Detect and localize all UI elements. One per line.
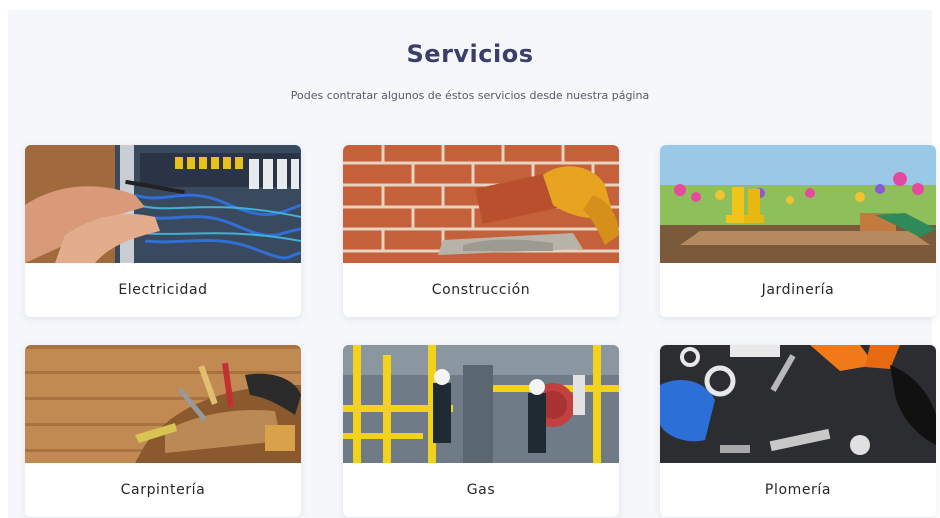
- service-card-jardineria[interactable]: Jardinería: [660, 145, 936, 317]
- section-subtitle: Podes contratar algunos de éstos servici…: [290, 89, 650, 102]
- service-label: Jardinería: [761, 282, 835, 298]
- section-title: Servicios: [406, 40, 534, 68]
- service-card-construccion[interactable]: Construcción: [343, 145, 619, 317]
- service-card-plomeria[interactable]: Plomería: [660, 345, 936, 517]
- service-label: Plomería: [764, 482, 832, 498]
- electrical-panel-image: [25, 145, 301, 263]
- service-label: Gas: [466, 482, 496, 498]
- tool-belt-image: [25, 345, 301, 463]
- plumbing-tools-image: [660, 345, 936, 463]
- gas-plant-image: [343, 345, 619, 463]
- service-card-carpinteria[interactable]: Carpintería: [25, 345, 301, 517]
- service-label: Carpintería: [120, 482, 206, 498]
- service-card-electricidad[interactable]: Electricidad: [25, 145, 301, 317]
- service-label: Construcción: [431, 282, 531, 298]
- garden-image: [660, 145, 936, 263]
- bricklaying-image: [343, 145, 619, 263]
- service-card-gas[interactable]: Gas: [343, 345, 619, 517]
- service-label: Electricidad: [118, 282, 208, 298]
